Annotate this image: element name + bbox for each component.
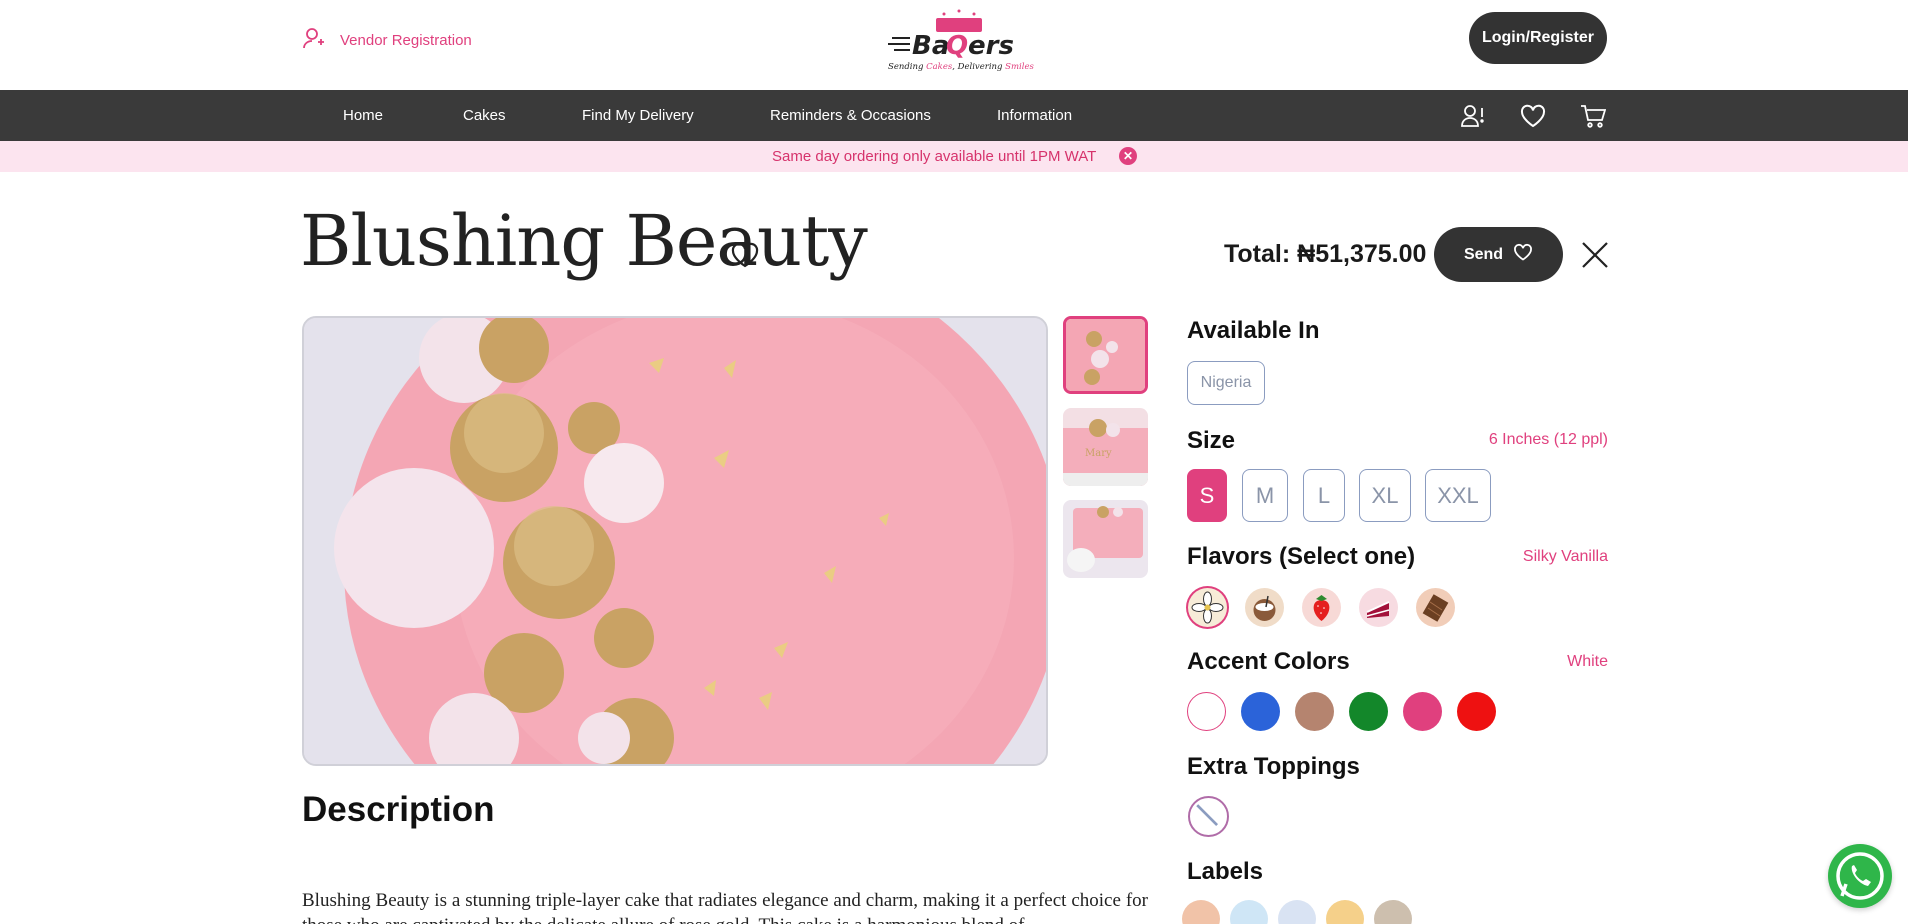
red-velvet-cake-icon[interactable]	[1359, 588, 1398, 627]
description-heading: Description	[302, 790, 495, 829]
egg-icon	[1326, 900, 1364, 924]
accent-color-pink[interactable]	[1403, 692, 1442, 731]
diet-icon	[1278, 900, 1316, 924]
vendor-registration-label: Vendor Registration	[340, 31, 472, 49]
accent-selected-value: White	[1567, 653, 1608, 670]
order-total: Total: ₦51,375.00	[1224, 240, 1426, 269]
size-title: Size	[1187, 427, 1236, 454]
user-alert-icon[interactable]	[1460, 103, 1486, 129]
wheat-icon	[1182, 900, 1220, 924]
size-option-xl[interactable]: XL	[1359, 469, 1411, 522]
user-plus-icon	[302, 26, 326, 54]
vendor-registration-link[interactable]: Vendor Registration	[302, 26, 472, 54]
vanilla-flower-icon[interactable]	[1188, 588, 1227, 627]
description-text: Blushing Beauty is a stunning triple-lay…	[302, 890, 1148, 924]
close-icon[interactable]	[1580, 240, 1610, 270]
size-option-l[interactable]: L	[1303, 469, 1345, 522]
nav-item-reminders-occasions[interactable]: Reminders & Occasions	[770, 90, 931, 141]
size-option-m[interactable]: M	[1242, 469, 1288, 522]
strawberry-icon[interactable]	[1302, 588, 1341, 627]
baqers-logo[interactable]: Ba Q ers Sending Cakes, Delivering Smile…	[884, 8, 1035, 72]
coconut-icon[interactable]	[1245, 588, 1284, 627]
accent-color-red[interactable]	[1457, 692, 1496, 731]
accent-color-brown[interactable]	[1295, 692, 1334, 731]
heart-icon	[1513, 242, 1533, 267]
cart-icon[interactable]	[1580, 103, 1607, 129]
thumbnail-3[interactable]	[1063, 500, 1148, 578]
send-label: Send	[1463, 245, 1504, 263]
top-bar: Vendor Registration Ba Q ers Sending Cak…	[0, 0, 1908, 90]
favorite-heart-icon[interactable]	[730, 240, 760, 270]
nav-item-cakes[interactable]: Cakes	[463, 90, 506, 141]
labels-title: Labels	[1187, 858, 1264, 885]
product-main-image	[302, 316, 1048, 766]
size-selected-value: 6 Inches (12 ppl)	[1488, 431, 1608, 448]
svg-text:Mary: Mary	[1085, 448, 1112, 459]
milk-bottle-icon	[1230, 900, 1268, 924]
flavor-selected-value: Silky Vanilla	[1522, 548, 1608, 565]
total-value: ₦51,375.00	[1297, 240, 1427, 268]
chocolate-icon[interactable]	[1416, 588, 1455, 627]
total-label: Total:	[1224, 240, 1291, 268]
whatsapp-icon[interactable]	[1828, 844, 1892, 908]
nav-item-information[interactable]: Information	[997, 90, 1072, 141]
svg-text:ers: ers	[968, 31, 1014, 61]
accent-color-green[interactable]	[1349, 692, 1388, 731]
product-title: Blushing Beauty	[300, 200, 868, 282]
notice-banner: Same day ordering only available until 1…	[0, 141, 1908, 172]
available-in-title: Available In	[1187, 317, 1320, 344]
accent-color-white[interactable]	[1187, 692, 1226, 731]
svg-text:Q: Q	[946, 31, 968, 61]
close-icon[interactable]: ✕	[1119, 147, 1137, 165]
svg-text:Sending Cakes, Delivering Smil: Sending Cakes, Delivering Smiles	[888, 62, 1034, 72]
nav-item-home[interactable]: Home	[343, 90, 383, 141]
send-button[interactable]: Send	[1434, 227, 1563, 282]
none-icon[interactable]	[1188, 796, 1229, 837]
heart-icon[interactable]	[1520, 103, 1546, 129]
svg-text:Ba: Ba	[912, 31, 949, 61]
accent-colors-title: Accent Colors	[1187, 648, 1350, 675]
banner-text: Same day ordering only available until 1…	[772, 148, 1097, 165]
thumbnail-1[interactable]	[1063, 316, 1148, 394]
thumbnail-2[interactable]: Mary	[1063, 408, 1148, 486]
flavors-title: Flavors (Select one)	[1187, 543, 1416, 570]
nav-item-find-my-delivery[interactable]: Find My Delivery	[582, 90, 694, 141]
extra-toppings-title: Extra Toppings	[1187, 753, 1360, 780]
accent-color-blue[interactable]	[1241, 692, 1280, 731]
size-option-s[interactable]: S	[1187, 469, 1227, 522]
country-chip-nigeria[interactable]: Nigeria	[1187, 361, 1265, 405]
size-option-xxl[interactable]: XXL	[1425, 469, 1491, 522]
login-register-button[interactable]: Login/Register	[1469, 12, 1607, 64]
main-nav: Home Cakes Find My Delivery Reminders & …	[0, 90, 1908, 141]
nut-icon	[1374, 900, 1412, 924]
